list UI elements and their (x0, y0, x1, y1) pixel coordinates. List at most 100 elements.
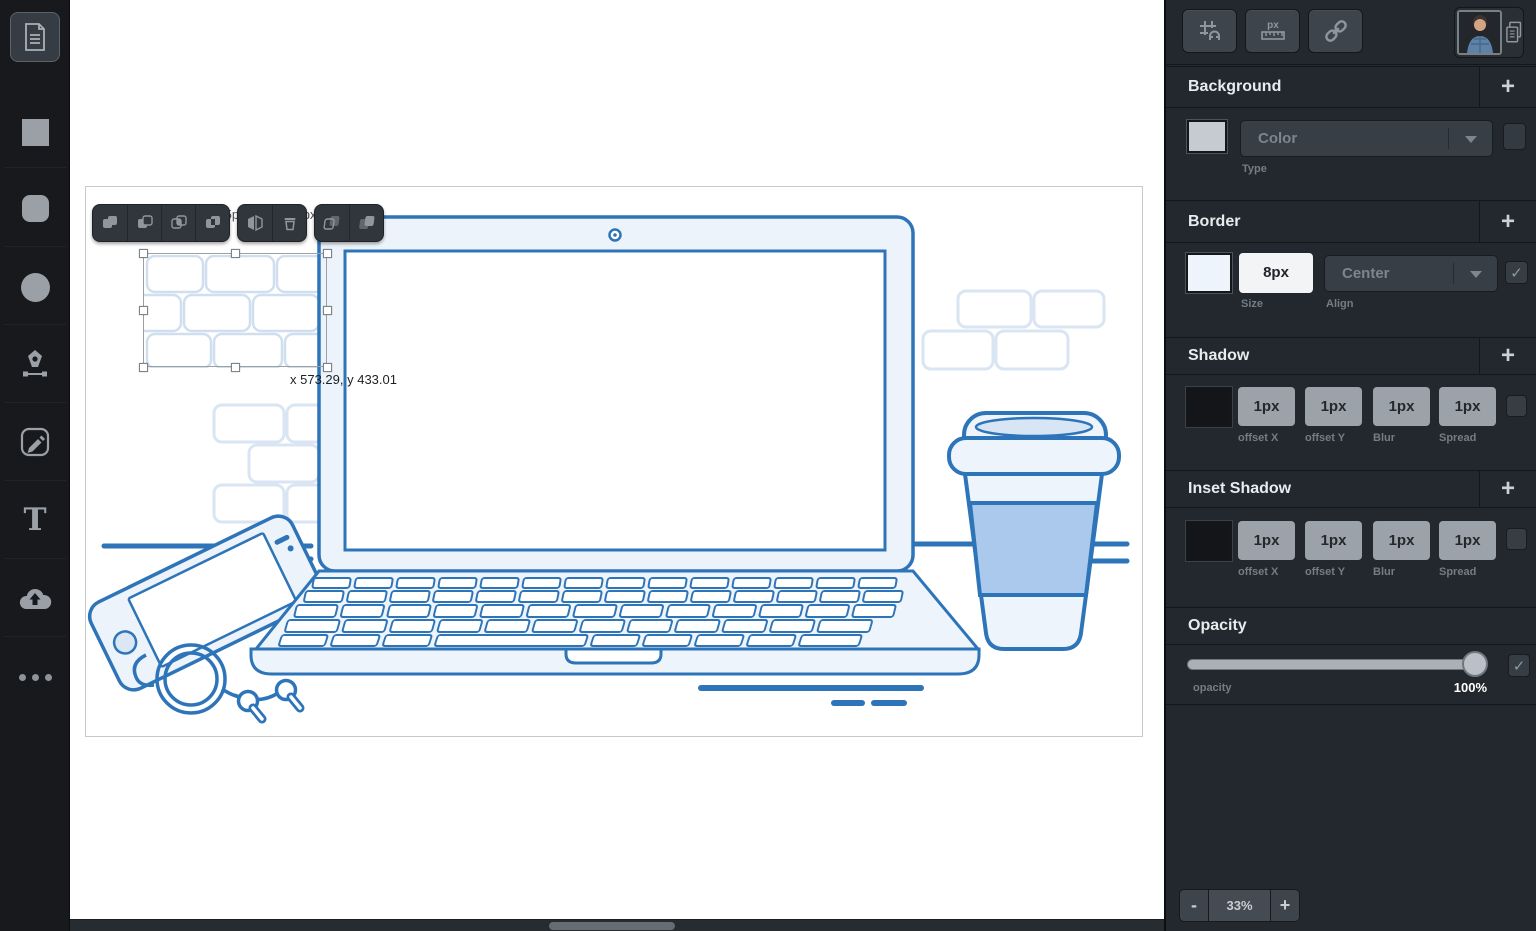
add-shadow-button[interactable]: + (1490, 342, 1526, 370)
scrollbar-thumb[interactable] (549, 922, 675, 930)
shadow-blur-input[interactable]: 1px (1373, 387, 1430, 426)
pages-tool-button[interactable] (10, 12, 60, 62)
section-title: Shadow (1188, 347, 1249, 365)
inspector-panel: px (1164, 0, 1536, 931)
inset-shadow-blur-input[interactable]: 1px (1373, 521, 1430, 560)
snap-grid-icon (1197, 18, 1223, 44)
opacity-enabled-checkbox[interactable]: ✓ (1508, 654, 1530, 677)
add-background-button[interactable]: + (1490, 73, 1526, 101)
inset-shadow-enabled-checkbox[interactable] (1506, 528, 1527, 550)
type-label: Type (1242, 163, 1267, 175)
selection-bounding-box[interactable] (143, 253, 327, 367)
opacity-value: 100% (1421, 680, 1487, 695)
blur-label: Blur (1373, 432, 1395, 444)
opacity-slider-thumb[interactable] (1462, 651, 1488, 677)
opacity-slider[interactable] (1187, 659, 1487, 670)
add-inset-shadow-button[interactable]: + (1490, 475, 1526, 503)
pencil-tool[interactable] (0, 414, 70, 469)
border-size-input[interactable]: 8px (1239, 253, 1313, 293)
inset-shadow-section-header: Inset Shadow + (1166, 470, 1536, 508)
cloud-upload-icon (17, 585, 53, 612)
add-border-button[interactable]: + (1490, 208, 1526, 236)
offset-y-label: offset Y (1305, 566, 1345, 578)
shadow-offset-y-input[interactable]: 1px (1305, 387, 1362, 426)
selection-handle-w[interactable] (139, 306, 148, 315)
canvas-area[interactable]: x 142.35px, y 157.25px, a 0.00° x 573.29… (70, 0, 1164, 931)
current-page-thumbnail[interactable] (1454, 7, 1524, 58)
selection-handle-ne[interactable] (323, 249, 332, 258)
opacity-label: opacity (1193, 682, 1232, 694)
shadow-color-swatch[interactable] (1186, 387, 1232, 427)
divider (4, 167, 66, 168)
section-title: Inset Shadow (1188, 480, 1291, 498)
intersect-button[interactable] (161, 205, 195, 241)
inset-shadow-offset-y-input[interactable]: 1px (1305, 521, 1362, 560)
background-row: Color Type (1166, 108, 1536, 200)
exclude-button[interactable] (195, 205, 229, 241)
zoom-out-button[interactable]: - (1179, 889, 1209, 922)
flip-button[interactable] (238, 205, 272, 241)
selection-handle-sw[interactable] (139, 363, 148, 372)
offset-y-label: offset Y (1305, 432, 1345, 444)
background-color-swatch[interactable] (1187, 120, 1227, 153)
snap-grid-button[interactable] (1182, 9, 1237, 53)
shadow-spread-input[interactable]: 1px (1439, 387, 1496, 426)
border-color-swatch[interactable] (1186, 253, 1232, 293)
union-icon (101, 214, 119, 232)
brick-pattern-right (923, 291, 1104, 369)
selection-toolbar (92, 204, 384, 242)
avatar (1457, 10, 1502, 55)
link-icon (1322, 17, 1350, 45)
rounded-rectangle-tool[interactable] (0, 181, 70, 236)
align-label: Align (1326, 298, 1354, 310)
shadow-offset-x-input[interactable]: 1px (1238, 387, 1295, 426)
ellipse-icon (21, 273, 50, 302)
section-title: Border (1188, 213, 1240, 231)
opacity-row: ✓ opacity 100% (1166, 645, 1536, 705)
cloud-upload-tool[interactable] (0, 572, 70, 624)
trackpad-notch (566, 649, 661, 663)
pen-tool[interactable] (0, 336, 70, 391)
union-button[interactable] (93, 205, 127, 241)
selection-handle-n[interactable] (231, 249, 240, 258)
divider (1448, 128, 1449, 149)
edit-group (237, 204, 307, 242)
more-tools[interactable] (0, 660, 70, 694)
selection-handle-se[interactable] (323, 363, 332, 372)
link-button[interactable] (1308, 9, 1363, 53)
rounded-rectangle-icon (22, 195, 49, 222)
subtract-button[interactable] (127, 205, 161, 241)
text-tool[interactable]: T (0, 492, 70, 547)
text-tool-icon: T (23, 502, 46, 538)
border-row: 8px Size Center Align ✓ (1166, 243, 1536, 337)
svg-text:px: px (1267, 20, 1279, 31)
inset-shadow-spread-input[interactable]: 1px (1439, 521, 1496, 560)
background-type-dropdown[interactable]: Color (1240, 120, 1493, 157)
offset-x-label: offset X (1238, 432, 1278, 444)
exclude-icon (204, 214, 222, 232)
laptop (251, 217, 979, 674)
border-enabled-checkbox[interactable]: ✓ (1505, 261, 1528, 284)
send-backward-button[interactable] (315, 205, 349, 241)
bring-forward-button[interactable] (349, 205, 383, 241)
shadow-row: 1px 1px 1px 1px offset X offset Y Blur S… (1166, 375, 1536, 470)
chevron-down-icon (1470, 271, 1482, 278)
divider (4, 558, 66, 559)
arrange-group (314, 204, 384, 242)
inset-shadow-color-swatch[interactable] (1186, 521, 1232, 561)
rectangle-tool[interactable] (0, 105, 70, 160)
inset-shadow-offset-x-input[interactable]: 1px (1238, 521, 1295, 560)
background-extra-button[interactable] (1503, 123, 1526, 150)
delete-button[interactable] (272, 205, 306, 241)
shadow-enabled-checkbox[interactable] (1506, 395, 1527, 417)
selection-handle-nw[interactable] (139, 249, 148, 258)
zoom-control: - 33% + (1179, 889, 1300, 922)
zoom-in-button[interactable]: + (1270, 889, 1300, 922)
ellipse-tool[interactable] (0, 258, 70, 316)
selection-handle-s[interactable] (231, 363, 240, 372)
border-align-dropdown[interactable]: Center (1324, 255, 1498, 292)
dropdown-value: Color (1258, 121, 1297, 156)
selection-handle-e[interactable] (323, 306, 332, 315)
horizontal-scrollbar[interactable] (70, 919, 1164, 931)
ruler-units-button[interactable]: px (1245, 9, 1300, 53)
